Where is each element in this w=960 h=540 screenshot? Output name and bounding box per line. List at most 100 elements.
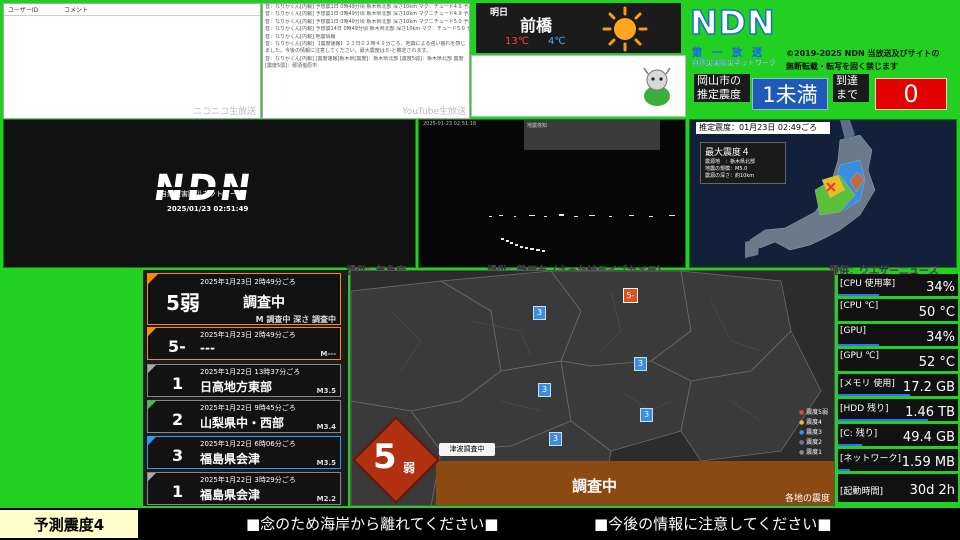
weather-low: 4℃ <box>548 36 566 47</box>
legend-item: ● 震度1 <box>799 449 822 456</box>
stat-network: [ネットワーク] 1.59 MB <box>838 449 958 471</box>
stat-c-drive: [C: 残り] 49.4 GB <box>838 424 958 446</box>
col-user-id[interactable]: ユーザーID <box>8 5 38 14</box>
ndn-logo: NDN <box>689 2 776 43</box>
quake-date: 2025年1月23日 2時49分ごろ <box>200 331 296 339</box>
quake-date: 2025年1月22日 9時45分ごろ <box>200 404 296 412</box>
max-shindo: 最大震度４ <box>705 148 751 158</box>
quake-place: --- <box>200 341 215 355</box>
quake-shindo: 3 <box>172 446 184 465</box>
stat-gpu: [GPU] 34% <box>838 324 958 346</box>
quake-detect-box: 地震検知 <box>524 120 660 150</box>
quake-date: 2025年1月23日 2時49分ごろ <box>200 278 296 286</box>
quake-shindo: 1 <box>172 374 184 393</box>
estimate-header: 推定震度：01月23日 02:49ごろ <box>696 122 830 134</box>
map-legend: ● 震度5弱 ● 震度4 ● 震度3 ● 震度2 ● 震度1 <box>799 408 828 458</box>
epicenter-info: 最大震度４ 震源地 ：栃木県北部 地震の規模：M5.0 震源の深さ：約10km <box>700 142 786 184</box>
stat-memory: [メモリ 使用] 17.2 GB <box>838 374 958 396</box>
comment-table: ユーザーID コメント ニコニコ生放送 <box>3 3 261 119</box>
legend-item: ● 震度3 <box>799 429 822 436</box>
nico-video-panel[interactable]: NDN 自然災害防災ネットワーク 2025/01/23 02:51:49 <box>3 119 416 268</box>
marker-shindo-3[interactable]: 3 <box>640 408 653 422</box>
arrival-label: 到達まで <box>833 74 869 102</box>
quake-shindo: 5弱 <box>166 291 200 315</box>
quake-shindo: 1 <box>172 482 184 501</box>
stat-cpu-temp: [CPU ℃] 50 °C <box>838 299 958 321</box>
night-lights <box>489 214 675 252</box>
estimated-shindo-value: 1未満 <box>752 78 828 110</box>
big-shindo: 5 <box>373 437 397 477</box>
marker-shindo-3[interactable]: 3 <box>549 432 562 446</box>
youtube-caption: YouTube生放送 <box>402 107 466 117</box>
stat-uptime: [起動時間] 30d 2h <box>838 474 958 502</box>
chat-line: 音：なりかくん[内報] 予想震1日 0時49分頃 栃木県北部 深さ10km マグ… <box>265 18 469 25</box>
stat-hdd: [HDD 残り] 1.46 TB <box>838 399 958 421</box>
estimated-shindo-label: 岡山市の推定震度 <box>694 74 750 102</box>
big-shindo-sub: 弱 <box>403 461 416 475</box>
epicenter: 震源地 ：栃木県北部 <box>705 159 756 165</box>
map-footer: 各地の震度 <box>784 494 830 504</box>
quake-card[interactable]: 2025年1月22日 6時06分ごろ 3 福島県会津 M3.5 <box>147 436 341 469</box>
mascot-panel <box>471 55 686 117</box>
chat-line: 音：なりかくん[内報] 予想震14日 0時49分頃 栃木県北部 深さ10km マ… <box>265 26 469 33</box>
marker-shindo-5[interactable]: 5- <box>623 288 638 303</box>
stat-gpu-temp: [GPU ℃] 52 °C <box>838 349 958 371</box>
quake-place: 福島県会津 <box>200 452 261 466</box>
quake-place: 日高地方東部 <box>200 380 273 394</box>
quake-card[interactable]: 2025年1月22日 9時45分ごろ 2 山梨県中・西部 M3.4 <box>147 400 341 433</box>
quake-place: 山梨県中・西部 <box>200 416 285 430</box>
legend-item: ● 震度5弱 <box>799 409 828 416</box>
marker-shindo-3[interactable]: 3 <box>634 357 647 371</box>
nico-timestamp: 2025/01/23 02:51:49 <box>167 205 249 213</box>
quake-place: 福島県会津 <box>200 488 261 502</box>
shindo-map-panel[interactable]: 推定震度：01月23日 02:49ごろ 最大震度４ 震源地 ：栃木県北部 地震の… <box>689 119 957 268</box>
status-bar: 調査中 各地の震度 <box>436 461 834 505</box>
col-comment[interactable]: コメント <box>64 5 88 14</box>
comment-table-header: ユーザーID コメント <box>4 4 260 16</box>
quake-date: 2025年1月22日 6時06分ごろ <box>200 440 296 448</box>
ndn-broadcast-name: 第 一 放 送 <box>692 48 762 59</box>
camera-timestamp: 2025-01-23 02:51:18 <box>423 121 477 127</box>
chat-line: 音：なりかくん[内報] 地震情報 <box>265 33 336 40</box>
quake-card[interactable]: 2025年1月22日 13時37分ごろ 1 日高地方東部 M3.5 <box>147 364 341 397</box>
marker-shindo-3[interactable]: 3 <box>533 306 546 320</box>
quake-card[interactable]: 2025年1月23日 2時49分ごろ 5弱 調査中 M 調査中 深さ 調査中 <box>147 273 341 325</box>
quake-mag: M 調査中 深さ 調査中 <box>255 315 336 324</box>
marker-shindo-3[interactable]: 3 <box>538 383 551 397</box>
weather-day: 明日 <box>490 8 509 18</box>
legend-item: ● 震度2 <box>799 439 822 446</box>
quake-detect-label: 地震検知 <box>527 123 548 129</box>
quake-mag: M2.2 <box>316 495 336 503</box>
magnitude: 地震の規模：M5.0 <box>705 166 748 172</box>
quake-shindo: 2 <box>172 410 184 429</box>
weather-city: 前橋 <box>520 16 553 35</box>
tsunami-badge: 津波調査中 <box>439 443 495 456</box>
nico-subtitle: 自然災害防災ネットワーク <box>160 190 244 198</box>
chat-line: 音：なりかくん[内報] 【震度速報】２３日０２時４９分ごろ、地震による強い揺れを… <box>265 41 466 55</box>
sun-icon <box>602 6 648 52</box>
quake-mag: M3.5 <box>316 459 336 467</box>
mascot-icon <box>643 67 671 106</box>
live-camera-panel[interactable]: 2025-01-23 02:51:18 地震検知 <box>418 119 686 268</box>
depth: 震源の深さ：約10km <box>705 173 755 179</box>
chat-line: 音：なりかくん[内報] [震度速報]栃木県[震度]：栃木県北部 [震度5弱]：栃… <box>265 55 464 70</box>
chat-line: 音：なりかくん[内報] 予想震1日 0時49分頃 栃木県北部 深さ10km マグ… <box>265 11 469 18</box>
main-shindo-map[interactable]: 5- 3 3 3 3 3 ● 震度5弱 ● 震度4 ● 震度3 ● 震度2 ● … <box>350 270 835 506</box>
quake-card[interactable]: 2025年1月22日 3時29分ごろ 1 福島県会津 M2.2 <box>147 472 341 505</box>
nico-caption: ニコニコ生放送 <box>192 107 256 117</box>
quake-date: 2025年1月22日 3時29分ごろ <box>200 476 296 484</box>
quake-shindo: 5- <box>168 337 186 356</box>
copyright-line1: ©2019-2025 NDN 当放送及びサイトの <box>786 49 940 58</box>
ticker-message-1: ■念のため海岸から離れてください■ <box>246 515 499 533</box>
ticker-message-2: ■今後の情報に注意してください■ <box>594 515 832 533</box>
status-text: 調査中 <box>572 477 618 495</box>
ndn-network-name: 自然災害防災ネットワーク <box>692 59 776 67</box>
quake-place: 調査中 <box>243 295 285 311</box>
legend-item: ● 震度4 <box>799 419 822 426</box>
stat-cpu-usage: [CPU 使用率] 34% <box>838 274 958 296</box>
quake-mag: M--- <box>320 350 336 358</box>
forecast-label: 予測震度4 <box>0 510 138 538</box>
quake-card[interactable]: 2025年1月23日 2時49分ごろ 5- --- M--- <box>147 327 341 360</box>
quake-mag: M3.4 <box>316 423 336 431</box>
chat-line: 音：なりかくん[内報] 予想震1日 0時49分頃 栃木県北部 深さ10km マグ… <box>265 4 469 10</box>
